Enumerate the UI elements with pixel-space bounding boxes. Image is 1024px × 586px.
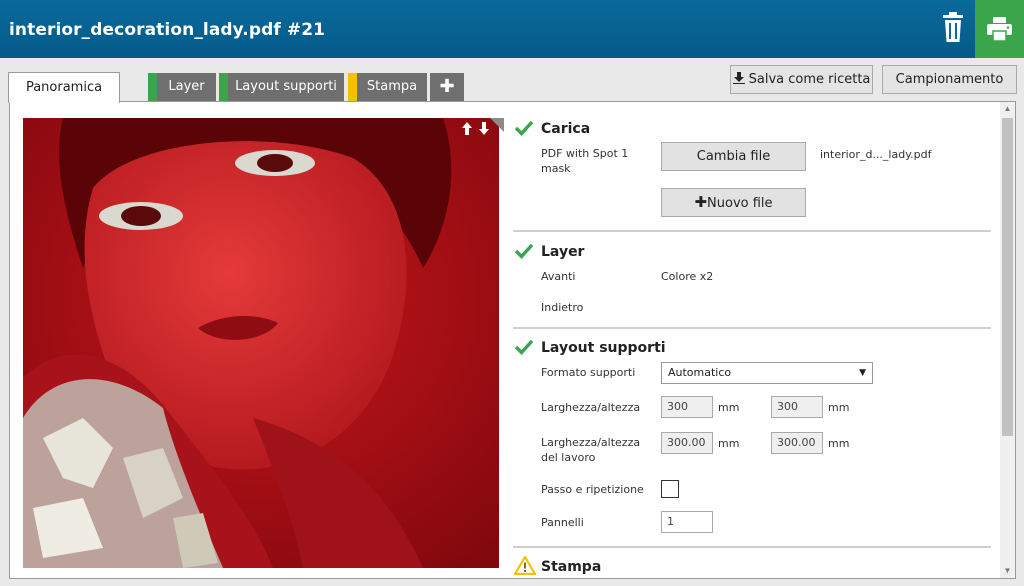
caret-down-icon: ▼	[859, 368, 866, 378]
section-title-stampa: Stampa	[541, 559, 602, 575]
settings-scrollbar[interactable]: ▲ ▼	[1000, 102, 1015, 578]
width-unit: mm	[718, 401, 740, 414]
tab-layer[interactable]: Layer	[148, 73, 216, 101]
tab-stampa[interactable]: Stampa	[348, 73, 427, 101]
tab-add[interactable]: ✚	[430, 73, 464, 101]
tab-layout-supporti[interactable]: Layout supporti	[219, 73, 344, 101]
check-icon	[515, 243, 533, 259]
format-select[interactable]: Automatico ▼	[661, 362, 873, 384]
arrow-down-icon	[479, 122, 489, 135]
save-recipe-label: Salva come ricetta	[748, 72, 871, 87]
panels-label: Pannelli	[541, 516, 584, 529]
check-icon	[515, 339, 533, 355]
tab-panoramica[interactable]: Panoramica	[8, 72, 120, 103]
arrow-up-icon	[462, 122, 472, 135]
tab-panoramica-label: Panoramica	[25, 80, 103, 95]
document-title: interior_decoration_lady.pdf #21	[9, 20, 326, 40]
tab-layout-label: Layout supporti	[235, 79, 337, 94]
portrait-illustration	[23, 118, 499, 568]
tab-stampa-status	[348, 73, 357, 101]
trash-icon	[943, 12, 963, 42]
scroll-thumb[interactable]	[1002, 118, 1013, 436]
print-button[interactable]	[975, 0, 1024, 58]
section-title-layer: Layer	[541, 244, 585, 260]
height-unit: mm	[828, 401, 850, 414]
job-width-unit: mm	[718, 437, 740, 450]
sampling-button[interactable]: Campionamento	[882, 65, 1017, 94]
title-bar: interior_decoration_lady.pdf #21	[0, 0, 1024, 58]
panels-input[interactable]: 1	[661, 511, 713, 533]
format-value: Automatico	[668, 366, 732, 379]
settings-column: Carica PDF with Spot 1 mask Cambia file …	[513, 102, 991, 578]
job-height-unit: mm	[828, 437, 850, 450]
check-icon	[515, 120, 533, 136]
width-input[interactable]: 300	[661, 396, 713, 418]
plus-icon: ✚	[439, 76, 455, 97]
tab-stampa-label: Stampa	[366, 79, 418, 94]
front-value: Colore x2	[661, 270, 714, 283]
plus-icon: ✚	[694, 193, 708, 211]
section-divider	[513, 327, 991, 329]
step-repeat-label: Passo e ripetizione	[541, 483, 644, 496]
tab-layout-status	[219, 73, 228, 101]
height-input[interactable]: 300	[771, 396, 823, 418]
preview-image	[23, 118, 499, 568]
tab-layer-label: Layer	[168, 79, 205, 94]
format-label: Formato supporti	[541, 366, 636, 379]
change-file-label: Cambia file	[696, 149, 771, 164]
back-label: Indietro	[541, 301, 584, 314]
scroll-up-icon[interactable]: ▲	[1000, 102, 1015, 116]
delete-button[interactable]	[938, 12, 968, 44]
printer-icon	[987, 17, 1012, 41]
job-width-input[interactable]: 300.00	[661, 432, 713, 454]
section-divider	[513, 230, 991, 232]
job-size-label: Larghezza/altezza del lavoro	[541, 436, 641, 464]
change-file-button[interactable]: Cambia file	[661, 142, 806, 171]
section-title-layout: Layout supporti	[541, 340, 666, 356]
front-label: Avanti	[541, 270, 576, 283]
download-icon	[732, 72, 745, 85]
warning-icon	[514, 556, 536, 575]
job-height-input[interactable]: 300.00	[771, 432, 823, 454]
scroll-down-icon[interactable]: ▼	[1000, 564, 1015, 578]
save-recipe-button[interactable]: Salva come ricetta	[730, 65, 873, 94]
flip-side-button[interactable]	[460, 118, 504, 144]
section-title-carica: Carica	[541, 121, 591, 137]
file-name: interior_d..._lady.pdf	[820, 148, 932, 161]
section-divider	[513, 546, 991, 548]
step-repeat-checkbox[interactable]	[661, 480, 679, 498]
file-type-label: PDF with Spot 1 mask	[541, 147, 629, 175]
main-panel: Carica PDF with Spot 1 mask Cambia file …	[9, 101, 1016, 579]
new-file-label: Nuovo file	[707, 196, 773, 211]
new-file-button[interactable]: ✚Nuovo file	[661, 188, 806, 217]
size-label: Larghezza/altezza	[541, 401, 641, 414]
tab-layer-status	[148, 73, 157, 101]
sampling-label: Campionamento	[895, 72, 1004, 87]
